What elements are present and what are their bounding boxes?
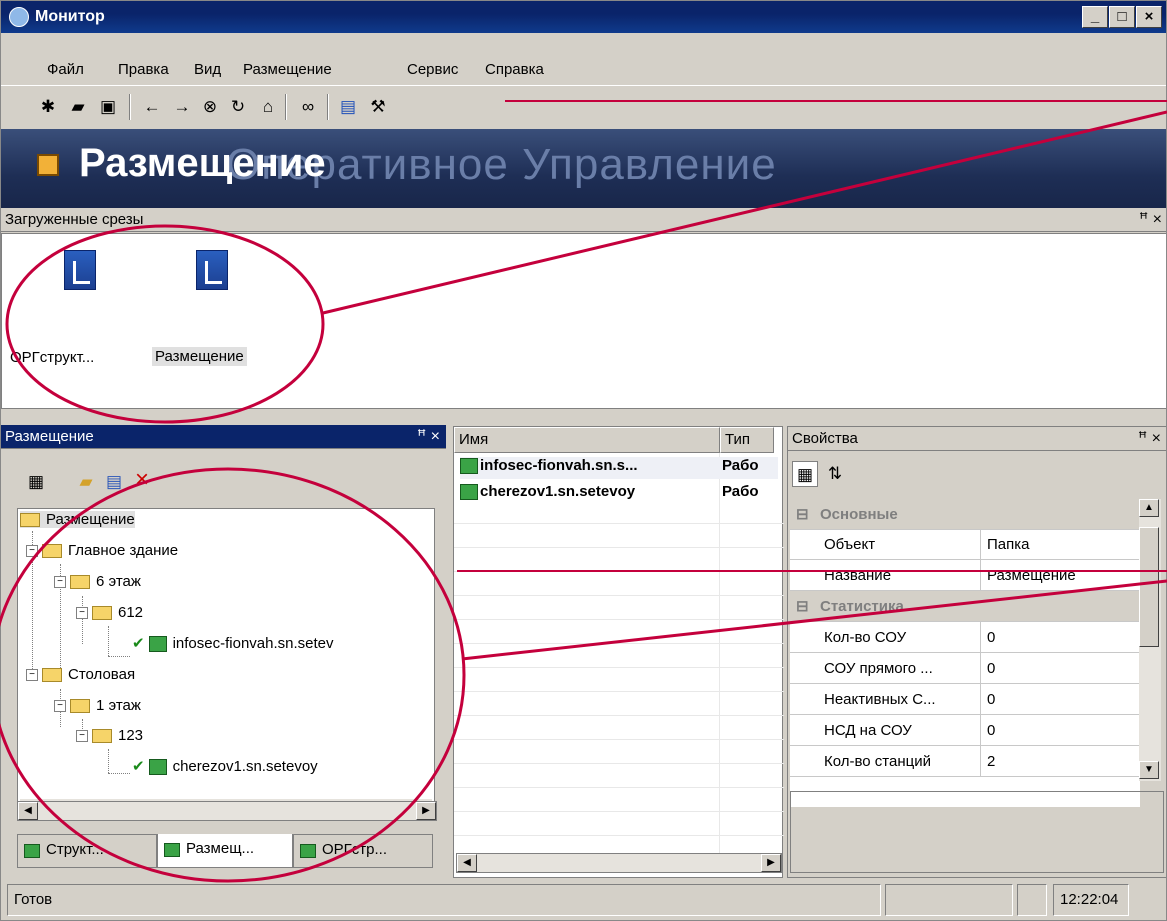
annotation-overlay xyxy=(0,100,1167,883)
